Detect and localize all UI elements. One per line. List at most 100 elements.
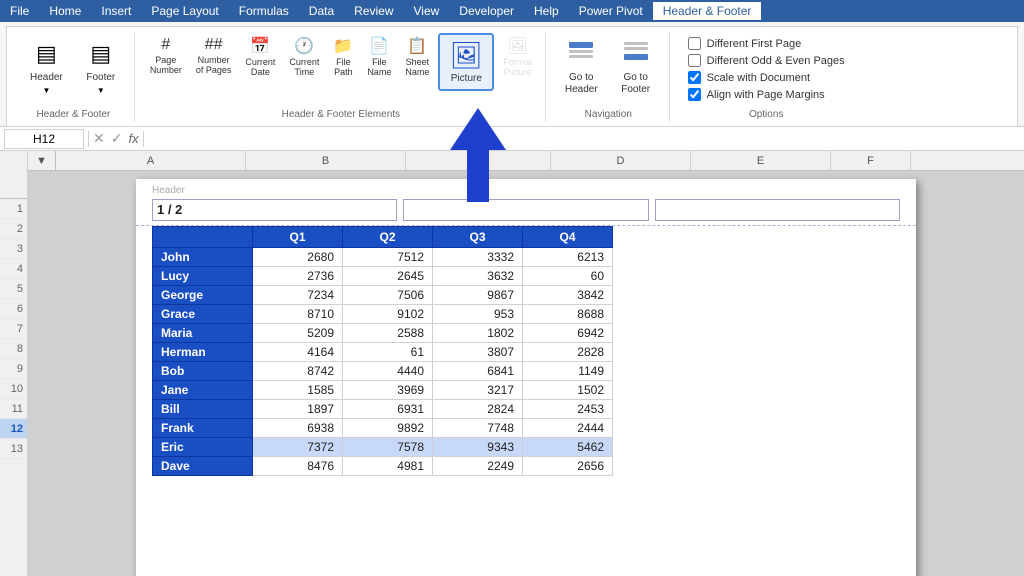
cell-q2[interactable]: 6931 [343, 400, 433, 419]
format-picture-button[interactable]: 🖼 FormatPicture [498, 33, 537, 81]
picture-button[interactable]: 🖼 Picture [438, 33, 494, 91]
table-row[interactable]: George7234750698673842 [153, 286, 613, 305]
cell-q2[interactable]: 7512 [343, 248, 433, 267]
cell-q4[interactable]: 5462 [523, 438, 613, 457]
header-button[interactable]: ▤ Header ▼ [21, 33, 72, 100]
cell-q2[interactable]: 61 [343, 343, 433, 362]
cell-q2[interactable]: 4981 [343, 457, 433, 476]
menu-header-footer[interactable]: Header & Footer [653, 2, 762, 20]
table-row[interactable]: Bob8742444068411149 [153, 362, 613, 381]
menu-view[interactable]: View [404, 2, 450, 20]
cell-q3[interactable]: 7748 [433, 419, 523, 438]
cell-q3[interactable]: 953 [433, 305, 523, 324]
table-row[interactable]: Grace871091029538688 [153, 305, 613, 324]
table-row[interactable]: Eric7372757893435462 [153, 438, 613, 457]
table-row[interactable]: Lucy27362645363260 [153, 267, 613, 286]
cell-q1[interactable]: 7234 [253, 286, 343, 305]
cell-q2[interactable]: 7506 [343, 286, 433, 305]
col-f-header[interactable]: F [831, 151, 911, 170]
menu-developer[interactable]: Developer [449, 2, 524, 20]
header-left-cell[interactable]: 1 / 2 [152, 199, 397, 221]
formula-input[interactable] [148, 130, 1020, 148]
cell-q4[interactable]: 1502 [523, 381, 613, 400]
cell-q1[interactable]: 8710 [253, 305, 343, 324]
cell-q4[interactable]: 6213 [523, 248, 613, 267]
confirm-formula-icon[interactable]: ✓ [111, 130, 123, 147]
cell-q2[interactable]: 9102 [343, 305, 433, 324]
cell-q1[interactable]: 8476 [253, 457, 343, 476]
number-of-pages-button[interactable]: ## Numberof Pages [191, 33, 237, 79]
go-to-header-button[interactable]: Go toHeader [556, 33, 607, 101]
table-row[interactable]: Frank6938989277482444 [153, 419, 613, 438]
header-right-cell[interactable] [655, 199, 900, 221]
current-date-button[interactable]: 📅 CurrentDate [240, 33, 280, 81]
cell-q1[interactable]: 7372 [253, 438, 343, 457]
cell-q4[interactable]: 2828 [523, 343, 613, 362]
cell-q1[interactable]: 1897 [253, 400, 343, 419]
cell-q4[interactable]: 60 [523, 267, 613, 286]
cell-q1[interactable]: 2736 [253, 267, 343, 286]
cell-q2[interactable]: 9892 [343, 419, 433, 438]
cell-q2[interactable]: 2645 [343, 267, 433, 286]
cell-q1[interactable]: 5209 [253, 324, 343, 343]
cell-q3[interactable]: 3807 [433, 343, 523, 362]
col-a-header[interactable]: A [56, 151, 246, 170]
col-b-header[interactable]: B [246, 151, 406, 170]
menu-insert[interactable]: Insert [91, 2, 141, 20]
cell-q4[interactable]: 2656 [523, 457, 613, 476]
menu-data[interactable]: Data [299, 2, 344, 20]
header-center-cell[interactable] [403, 199, 648, 221]
cell-q1[interactable]: 4164 [253, 343, 343, 362]
go-to-footer-button[interactable]: Go toFooter [611, 33, 661, 101]
cell-q3[interactable]: 3632 [433, 267, 523, 286]
table-row[interactable]: Jane1585396932171502 [153, 381, 613, 400]
table-row[interactable]: Maria5209258818026942 [153, 324, 613, 343]
col-c-header[interactable]: C [406, 151, 551, 170]
table-row[interactable]: Dave8476498122492656 [153, 457, 613, 476]
cancel-formula-icon[interactable]: ✕ [93, 130, 105, 147]
col-d-header[interactable]: D [551, 151, 691, 170]
menu-file[interactable]: File [0, 2, 39, 20]
footer-button[interactable]: ▤ Footer ▼ [76, 33, 126, 100]
cell-q2[interactable]: 2588 [343, 324, 433, 343]
cell-q3[interactable]: 3332 [433, 248, 523, 267]
diff-first-checkbox[interactable] [688, 37, 701, 50]
diff-odd-even-checkbox[interactable] [688, 54, 701, 67]
cell-q3[interactable]: 2249 [433, 457, 523, 476]
table-row[interactable]: Herman41646138072828 [153, 343, 613, 362]
menu-review[interactable]: Review [344, 2, 403, 20]
menu-page-layout[interactable]: Page Layout [141, 2, 228, 20]
page-number-button[interactable]: # PageNumber [145, 33, 187, 79]
sheet-name-button[interactable]: 📋 SheetName [400, 33, 434, 81]
scale-doc-checkbox[interactable] [688, 71, 701, 84]
cell-q3[interactable]: 1802 [433, 324, 523, 343]
page-header-area[interactable]: Header 1 / 2 [136, 179, 916, 226]
cell-q4[interactable]: 6942 [523, 324, 613, 343]
cell-q3[interactable]: 2824 [433, 400, 523, 419]
insert-function-icon[interactable]: fx [128, 131, 138, 146]
cell-q2[interactable]: 3969 [343, 381, 433, 400]
menu-help[interactable]: Help [524, 2, 569, 20]
cell-q3[interactable]: 6841 [433, 362, 523, 381]
cell-q4[interactable]: 1149 [523, 362, 613, 381]
cell-q2[interactable]: 7578 [343, 438, 433, 457]
current-time-button[interactable]: 🕐 CurrentTime [284, 33, 324, 81]
file-name-button[interactable]: 📄 FileName [362, 33, 396, 81]
cell-q3[interactable]: 9867 [433, 286, 523, 305]
cell-q1[interactable]: 6938 [253, 419, 343, 438]
menu-power-pivot[interactable]: Power Pivot [569, 2, 653, 20]
cell-q4[interactable]: 2453 [523, 400, 613, 419]
cell-q4[interactable]: 8688 [523, 305, 613, 324]
cell-q2[interactable]: 4440 [343, 362, 433, 381]
menu-formulas[interactable]: Formulas [229, 2, 299, 20]
cell-q3[interactable]: 3217 [433, 381, 523, 400]
menu-home[interactable]: Home [39, 2, 91, 20]
cell-q3[interactable]: 9343 [433, 438, 523, 457]
col-e-header[interactable]: E [691, 151, 831, 170]
align-margins-checkbox[interactable] [688, 88, 701, 101]
cell-q1[interactable]: 2680 [253, 248, 343, 267]
table-row[interactable]: Bill1897693128242453 [153, 400, 613, 419]
cell-reference-input[interactable] [4, 129, 84, 149]
file-path-button[interactable]: 📁 FilePath [328, 33, 358, 81]
cell-q4[interactable]: 3842 [523, 286, 613, 305]
